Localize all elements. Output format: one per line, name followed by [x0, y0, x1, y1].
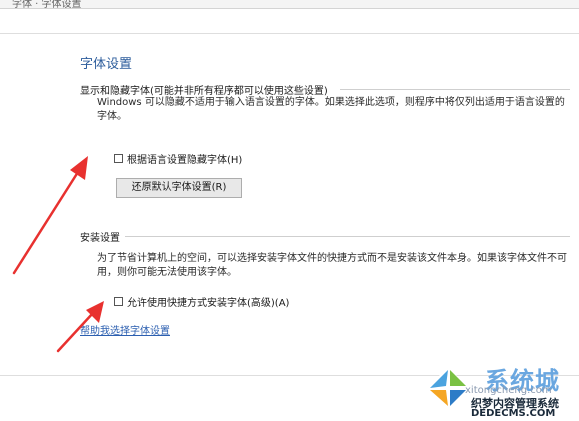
- arrow-to-hide-fonts-checkbox: [12, 156, 88, 275]
- site-watermark: 系统城 xitongcheng.com 织梦内容管理系统 DEDECMS.COM: [425, 365, 579, 421]
- watermark-cms-url: DEDECMS.COM: [471, 408, 556, 419]
- annotation-arrows: [12, 156, 104, 353]
- arrow-to-shortcut-install-checkbox: [56, 301, 104, 353]
